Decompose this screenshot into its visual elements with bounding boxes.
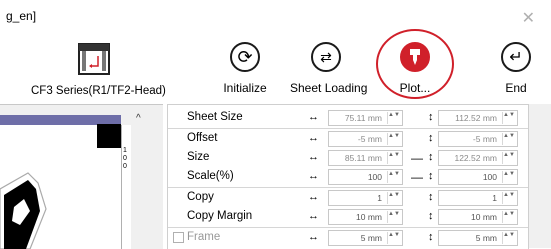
row-frame: Frame ↔ 5 mm ▲▼ ↕ 5 mm ▲▼ — [168, 229, 528, 247]
horizontal-icon: ↔ — [308, 111, 319, 123]
spin-icon[interactable]: ▲▼ — [502, 192, 515, 204]
size-width-field[interactable]: 85.11 mm ▲▼ — [328, 150, 403, 166]
horizontal-icon: ↔ — [308, 170, 319, 182]
spin-icon[interactable]: ▲▼ — [502, 133, 515, 145]
scale-x-field[interactable]: 100 ▲▼ — [328, 169, 403, 185]
sheet-loading-label: Sheet Loading — [290, 81, 368, 95]
spin-icon[interactable]: ▲▼ — [387, 152, 400, 164]
properties-scroll-area — [528, 104, 551, 248]
copy-y-field[interactable]: 1 ▲▼ — [438, 190, 518, 206]
row-offset: Offset ↔ -5 mm ▲▼ ↕ -5 mm ▲▼ — [168, 130, 528, 148]
copy-x-field[interactable]: 1 ▲▼ — [328, 190, 403, 206]
spin-icon[interactable]: ▲▼ — [502, 211, 515, 223]
spin-icon[interactable]: ▲▼ — [502, 171, 515, 183]
row-scale: Scale(%) ↔ 100 ▲▼ — ↕ 100 ▲▼ — [168, 168, 528, 186]
device-label: CF3 Series(R1/TF2-Head) — [31, 85, 166, 97]
spin-icon[interactable]: ▲▼ — [502, 232, 515, 244]
horizontal-icon: ↔ — [308, 132, 319, 144]
row-copy: Copy ↔ 1 ▲▼ ↕ 1 ▲▼ — [168, 189, 528, 207]
device-selector[interactable]: CF3 Series(R1/TF2-Head) — [31, 42, 166, 100]
horizontal-icon: ↔ — [308, 231, 319, 243]
vertical-icon: ↕ — [428, 210, 434, 222]
end-label: End — [505, 81, 527, 95]
vertical-icon: ↕ — [428, 151, 434, 163]
vertical-icon: ↕ — [428, 231, 434, 243]
vertical-icon: ↕ — [428, 191, 434, 203]
plotter-icon — [77, 43, 110, 75]
spin-icon[interactable]: ▲▼ — [387, 192, 400, 204]
vertical-icon: ↕ — [428, 111, 434, 123]
preview-canvas[interactable]: 1 0 0 ^ — [0, 104, 163, 249]
row-size: Size ↔ 85.11 mm ▲▼ — ↕ 122.52 mm ▲▼ — [168, 149, 528, 167]
aspect-lock-icon[interactable]: — — [411, 151, 423, 165]
title-bar: g_en] ✕ — [0, 0, 551, 40]
plot-button[interactable]: Plot... — [390, 42, 440, 95]
spin-icon[interactable]: ▲▼ — [502, 112, 515, 124]
initialize-label: Initialize — [223, 81, 267, 95]
scroll-up-icon[interactable]: ^ — [136, 113, 141, 124]
close-icon[interactable]: ✕ — [522, 8, 535, 28]
window-title: g_en] — [6, 9, 37, 23]
spin-icon[interactable]: ▲▼ — [387, 211, 400, 223]
copy-margin-x-field[interactable]: 10 mm ▲▼ — [328, 209, 403, 225]
horizontal-icon: ↔ — [308, 191, 319, 203]
cutter-icon — [410, 49, 420, 65]
corner-marker — [97, 124, 121, 148]
offset-x-field[interactable]: -5 mm ▲▼ — [328, 131, 403, 147]
vertical-icon: ↕ — [428, 170, 434, 182]
vertical-icon: ↕ — [428, 132, 434, 144]
horizontal-icon: ↔ — [308, 151, 319, 163]
end-button[interactable]: ↵ End — [496, 42, 536, 95]
sheet-height-field[interactable]: 112.52 mm ▲▼ — [438, 110, 518, 126]
offset-y-field[interactable]: -5 mm ▲▼ — [438, 131, 518, 147]
frame-y-field[interactable]: 5 mm ▲▼ — [438, 230, 518, 246]
frame-x-field[interactable]: 5 mm ▲▼ — [328, 230, 403, 246]
spin-icon[interactable]: ▲▼ — [387, 171, 400, 183]
spin-icon[interactable]: ▲▼ — [502, 152, 515, 164]
scale-lock-icon[interactable]: — — [411, 170, 423, 184]
return-arrow-icon: ↵ — [509, 49, 523, 66]
initialize-button[interactable]: ⟳ Initialize — [215, 42, 275, 95]
sheet-width-field[interactable]: 75.11 mm ▲▼ — [328, 110, 403, 126]
refresh-icon: ⟳ — [237, 46, 253, 67]
spin-icon[interactable]: ▲▼ — [387, 112, 400, 124]
row-copy-margin: Copy Margin ↔ 10 mm ▲▼ ↕ 10 mm ▲▼ — [168, 208, 528, 226]
size-height-field[interactable]: 122.52 mm ▲▼ — [438, 150, 518, 166]
frame-checkbox[interactable] — [173, 232, 184, 243]
plot-label: Plot... — [399, 81, 431, 95]
row-sheet-size: Sheet Size ↔ 75.11 mm ▲▼ ↕ 112.52 mm ▲▼ — [168, 109, 528, 127]
copy-margin-y-field[interactable]: 10 mm ▲▼ — [438, 209, 518, 225]
properties-panel: Sheet Size ↔ 75.11 mm ▲▼ ↕ 112.52 mm ▲▼ Of… — [167, 104, 529, 249]
sheet-loading-button[interactable]: ⇄ Sheet Loading — [290, 42, 368, 95]
swap-arrows-icon: ⇄ — [320, 48, 332, 65]
horizontal-icon: ↔ — [308, 210, 319, 222]
vertical-scrollbar[interactable]: ^ — [131, 109, 153, 249]
scale-y-field[interactable]: 100 ▲▼ — [438, 169, 518, 185]
spin-icon[interactable]: ▲▼ — [387, 133, 400, 145]
spin-icon[interactable]: ▲▼ — [387, 232, 400, 244]
